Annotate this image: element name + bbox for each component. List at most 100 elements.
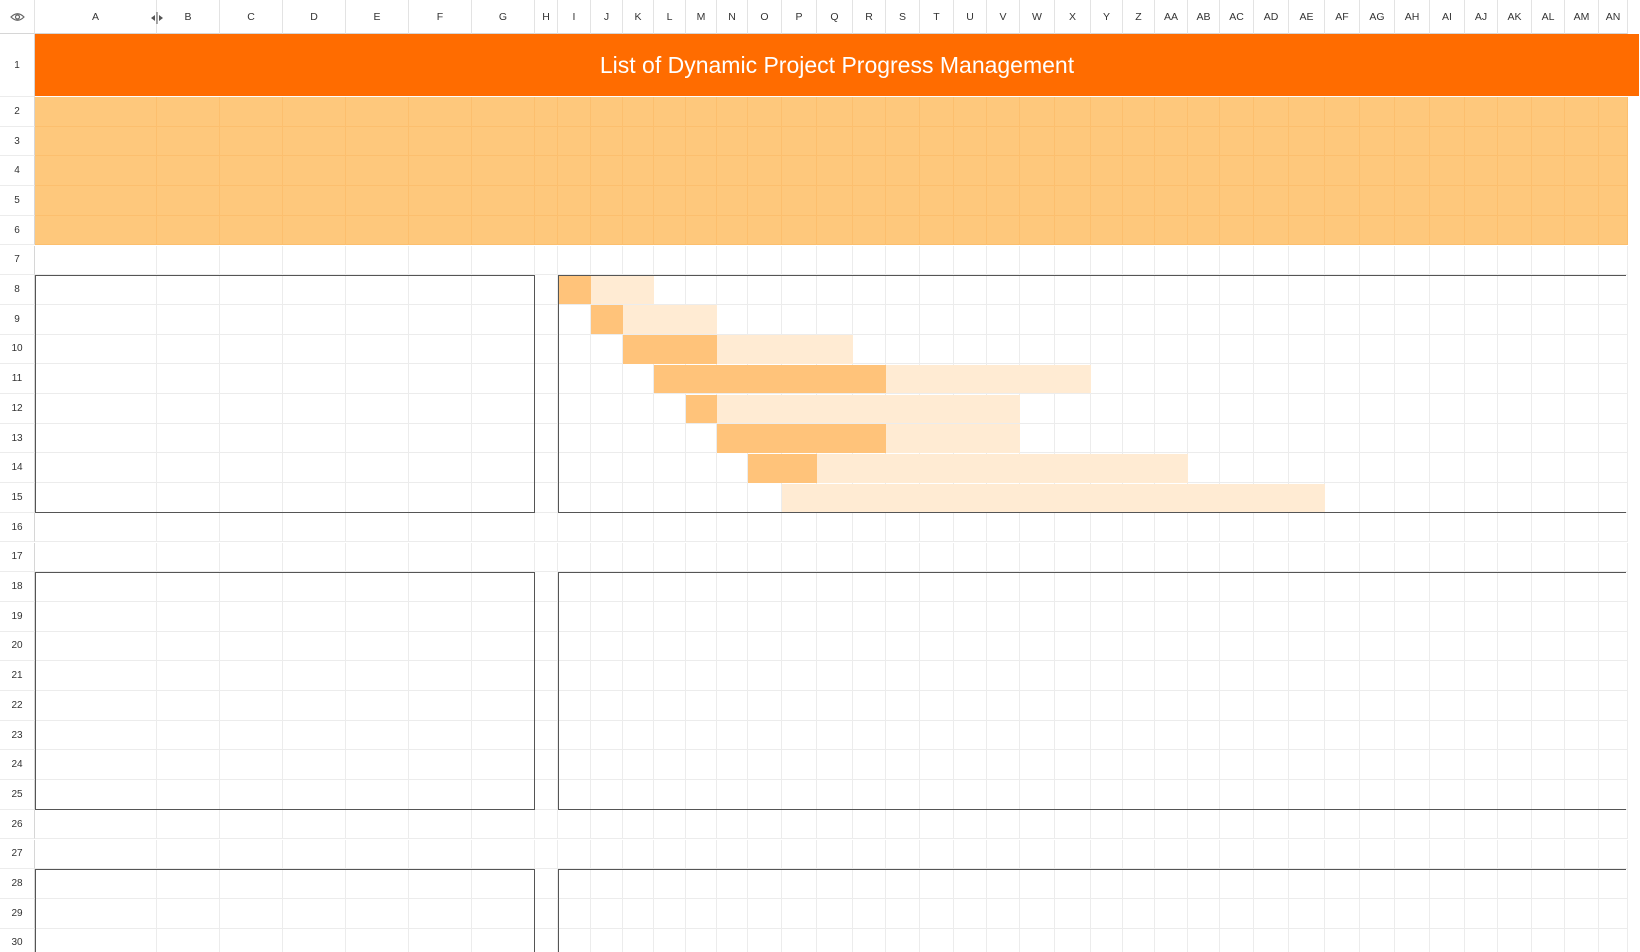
cell-ag25[interactable] — [1360, 780, 1395, 810]
start-date-cell[interactable] — [220, 424, 283, 454]
cell-aj17[interactable] — [1465, 542, 1498, 573]
cell-ae20[interactable] — [1289, 631, 1325, 662]
cell-ad14[interactable] — [1254, 453, 1289, 484]
cell-k14[interactable] — [623, 453, 654, 484]
cell-a26[interactable] — [35, 809, 157, 840]
end-date-cell[interactable] — [283, 929, 346, 952]
cell-ah19[interactable] — [1395, 601, 1430, 632]
cell-an21[interactable] — [1599, 661, 1628, 691]
cell-s10[interactable] — [886, 334, 920, 365]
cell-i27[interactable] — [558, 839, 591, 870]
start-date-cell[interactable] — [220, 275, 283, 305]
column-header-p[interactable]: P — [782, 0, 817, 34]
cell-al19[interactable] — [1532, 601, 1565, 632]
cell-b16[interactable] — [157, 512, 220, 543]
cell-an2[interactable] — [1599, 97, 1628, 127]
cell-i10[interactable] — [558, 334, 591, 365]
cell-ah24[interactable] — [1395, 750, 1430, 781]
cell-v17[interactable] — [987, 542, 1020, 573]
cell-m21[interactable] — [686, 661, 717, 691]
cell-i19[interactable] — [558, 601, 591, 632]
project-title[interactable] — [35, 246, 220, 276]
cell-aj28[interactable] — [1465, 869, 1498, 899]
cell-ag12[interactable] — [1360, 394, 1395, 424]
cell-aj2[interactable] — [1465, 97, 1498, 127]
cell-o22[interactable] — [748, 691, 782, 721]
row-header-8[interactable]: 8 — [0, 275, 35, 305]
cell-ag27[interactable] — [1360, 839, 1395, 870]
cell-ae12[interactable] — [1289, 394, 1325, 424]
cell-w20[interactable] — [1020, 631, 1055, 662]
cell-v30[interactable] — [987, 928, 1020, 952]
completion-cell[interactable] — [346, 275, 409, 305]
remaining-days-cell[interactable] — [409, 572, 535, 602]
cell-aa13[interactable] — [1155, 423, 1188, 454]
cell-e5[interactable] — [346, 186, 409, 216]
cell-aj8[interactable] — [1465, 275, 1498, 305]
column-header-s[interactable]: S — [886, 0, 920, 34]
cell-t19[interactable] — [920, 601, 954, 632]
completion-cell[interactable] — [346, 424, 409, 454]
cell-ak25[interactable] — [1498, 780, 1532, 810]
cell-z22[interactable] — [1123, 691, 1155, 721]
cell-af8[interactable] — [1325, 275, 1360, 305]
cell-ag30[interactable] — [1360, 928, 1395, 952]
cell-n9[interactable] — [717, 304, 748, 335]
cell-ab26[interactable] — [1188, 809, 1220, 840]
cell-f7[interactable] — [409, 245, 472, 276]
column-header-a[interactable]: A — [35, 0, 157, 34]
cell-ai14[interactable] — [1430, 453, 1465, 484]
cell-x27[interactable] — [1055, 839, 1091, 870]
cell-ae29[interactable] — [1289, 898, 1325, 929]
cell-h5[interactable] — [535, 186, 558, 216]
cell-ah10[interactable] — [1395, 334, 1430, 365]
completion-cell[interactable] — [346, 661, 409, 691]
cell-s21[interactable] — [886, 661, 920, 691]
cell-y24[interactable] — [1091, 750, 1123, 781]
start-date-cell[interactable] — [220, 632, 283, 662]
cell-y20[interactable] — [1091, 631, 1123, 662]
cell-l8[interactable] — [654, 275, 686, 305]
cell-ac12[interactable] — [1220, 394, 1254, 424]
cell-an16[interactable] — [1599, 512, 1628, 543]
cell-ae13[interactable] — [1289, 423, 1325, 454]
row-header-30[interactable]: 30 — [0, 928, 35, 952]
cell-an26[interactable] — [1599, 809, 1628, 840]
cell-am20[interactable] — [1565, 631, 1599, 662]
person-in-charge-cell[interactable] — [157, 602, 220, 632]
cell-af28[interactable] — [1325, 869, 1360, 899]
row-header-9[interactable]: 9 — [0, 304, 35, 335]
cell-an25[interactable] — [1599, 780, 1628, 810]
cell-aj27[interactable] — [1465, 839, 1498, 870]
cell-x9[interactable] — [1055, 304, 1091, 335]
start-date-cell[interactable] — [220, 929, 283, 952]
column-header-v[interactable]: V — [987, 0, 1020, 34]
cell-u29[interactable] — [954, 898, 987, 929]
start-date-cell[interactable] — [220, 483, 283, 513]
row-header-25[interactable]: 25 — [0, 780, 35, 810]
row-header-22[interactable]: 22 — [0, 691, 35, 721]
cell-p9[interactable] — [782, 304, 817, 335]
cell-am17[interactable] — [1565, 542, 1599, 573]
cell-ai8[interactable] — [1430, 275, 1465, 305]
cell-aj15[interactable] — [1465, 483, 1498, 513]
cell-ab24[interactable] — [1188, 750, 1220, 781]
cell-s7[interactable] — [886, 245, 920, 276]
cell-o25[interactable] — [748, 780, 782, 810]
completion-cell[interactable] — [346, 483, 409, 513]
cell-h17[interactable] — [535, 542, 558, 573]
cell-t9[interactable] — [920, 304, 954, 335]
cell-c4[interactable] — [220, 156, 283, 187]
person-in-charge-cell[interactable] — [157, 572, 220, 602]
cell-v7[interactable] — [987, 245, 1020, 276]
cell-t28[interactable] — [920, 869, 954, 899]
cell-y28[interactable] — [1091, 869, 1123, 899]
cell-ab11[interactable] — [1188, 364, 1220, 394]
cell-l23[interactable] — [654, 720, 686, 751]
cell-aa22[interactable] — [1155, 691, 1188, 721]
cell-l24[interactable] — [654, 750, 686, 781]
column-header-f[interactable]: F — [409, 0, 472, 34]
cell-s18[interactable] — [886, 572, 920, 602]
remaining-days-cell[interactable] — [409, 721, 535, 751]
start-date-cell[interactable] — [220, 572, 283, 602]
